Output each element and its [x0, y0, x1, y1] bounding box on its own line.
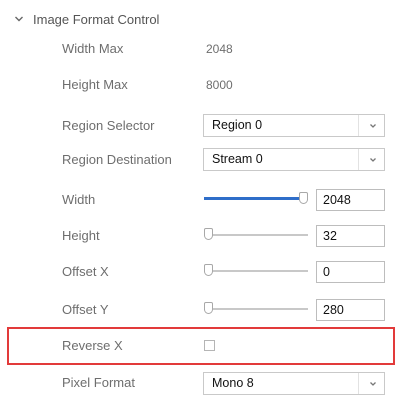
property-row-width-max: Width Max 2048: [0, 32, 398, 66]
slider-track[interactable]: [204, 308, 308, 310]
pixel-format-value: Mono 8: [212, 376, 254, 390]
slider-track[interactable]: [204, 270, 308, 272]
offset-y-input[interactable]: [316, 299, 385, 321]
width-slider[interactable]: [204, 191, 308, 207]
width-label: Width: [62, 192, 96, 207]
property-row-width: Width: [0, 183, 398, 217]
property-row-region-destination: Region Destination Stream 0: [0, 143, 398, 177]
offset-x-input[interactable]: [316, 261, 385, 283]
offset-y-label: Offset Y: [62, 302, 109, 317]
region-selector-dropdown[interactable]: Region 0: [203, 114, 385, 137]
dropdown-divider: [358, 115, 359, 136]
property-row-region-selector: Region Selector Region 0: [0, 109, 398, 143]
reverse-x-label: Reverse X: [62, 338, 123, 353]
dropdown-divider: [358, 373, 359, 394]
chevron-down-icon[interactable]: [14, 14, 24, 24]
height-label: Height: [62, 228, 100, 243]
height-slider[interactable]: [204, 227, 308, 243]
region-destination-value: Stream 0: [212, 152, 263, 166]
dropdown-divider: [358, 149, 359, 170]
slider-fill: [204, 197, 308, 200]
property-row-pixel-format: Pixel Format Mono 8: [0, 366, 398, 400]
region-destination-dropdown[interactable]: Stream 0: [203, 148, 385, 171]
slider-thumb[interactable]: [299, 192, 308, 204]
dropdown-arrow-icon[interactable]: [369, 380, 377, 388]
pixel-format-label: Pixel Format: [62, 375, 135, 390]
slider-track[interactable]: [204, 234, 308, 236]
height-max-label: Height Max: [62, 77, 128, 92]
dropdown-arrow-icon[interactable]: [369, 156, 377, 164]
height-max-value: 8000: [206, 78, 233, 92]
slider-thumb[interactable]: [204, 302, 213, 314]
property-row-height: Height: [0, 219, 398, 253]
section-header-image-format-control[interactable]: Image Format Control: [14, 8, 159, 30]
pixel-format-dropdown[interactable]: Mono 8: [203, 372, 385, 395]
region-selector-value: Region 0: [212, 118, 263, 132]
slider-thumb[interactable]: [204, 228, 213, 240]
offset-x-label: Offset X: [62, 264, 109, 279]
offset-y-slider[interactable]: [204, 301, 308, 317]
width-max-value: 2048: [206, 42, 233, 56]
section-title: Image Format Control: [33, 11, 160, 27]
width-max-label: Width Max: [62, 41, 124, 56]
region-destination-label: Region Destination: [62, 152, 172, 167]
property-row-offset-x: Offset X: [0, 255, 398, 289]
width-input[interactable]: [316, 189, 385, 211]
property-row-offset-y: Offset Y: [0, 293, 398, 327]
slider-thumb[interactable]: [204, 264, 213, 276]
region-selector-label: Region Selector: [62, 118, 155, 133]
property-row-height-max: Height Max 8000: [0, 68, 398, 102]
property-row-reverse-x: Reverse X: [0, 329, 398, 363]
height-input[interactable]: [316, 225, 385, 247]
reverse-x-checkbox[interactable]: [204, 340, 215, 351]
dropdown-arrow-icon[interactable]: [369, 122, 377, 130]
offset-x-slider[interactable]: [204, 263, 308, 279]
